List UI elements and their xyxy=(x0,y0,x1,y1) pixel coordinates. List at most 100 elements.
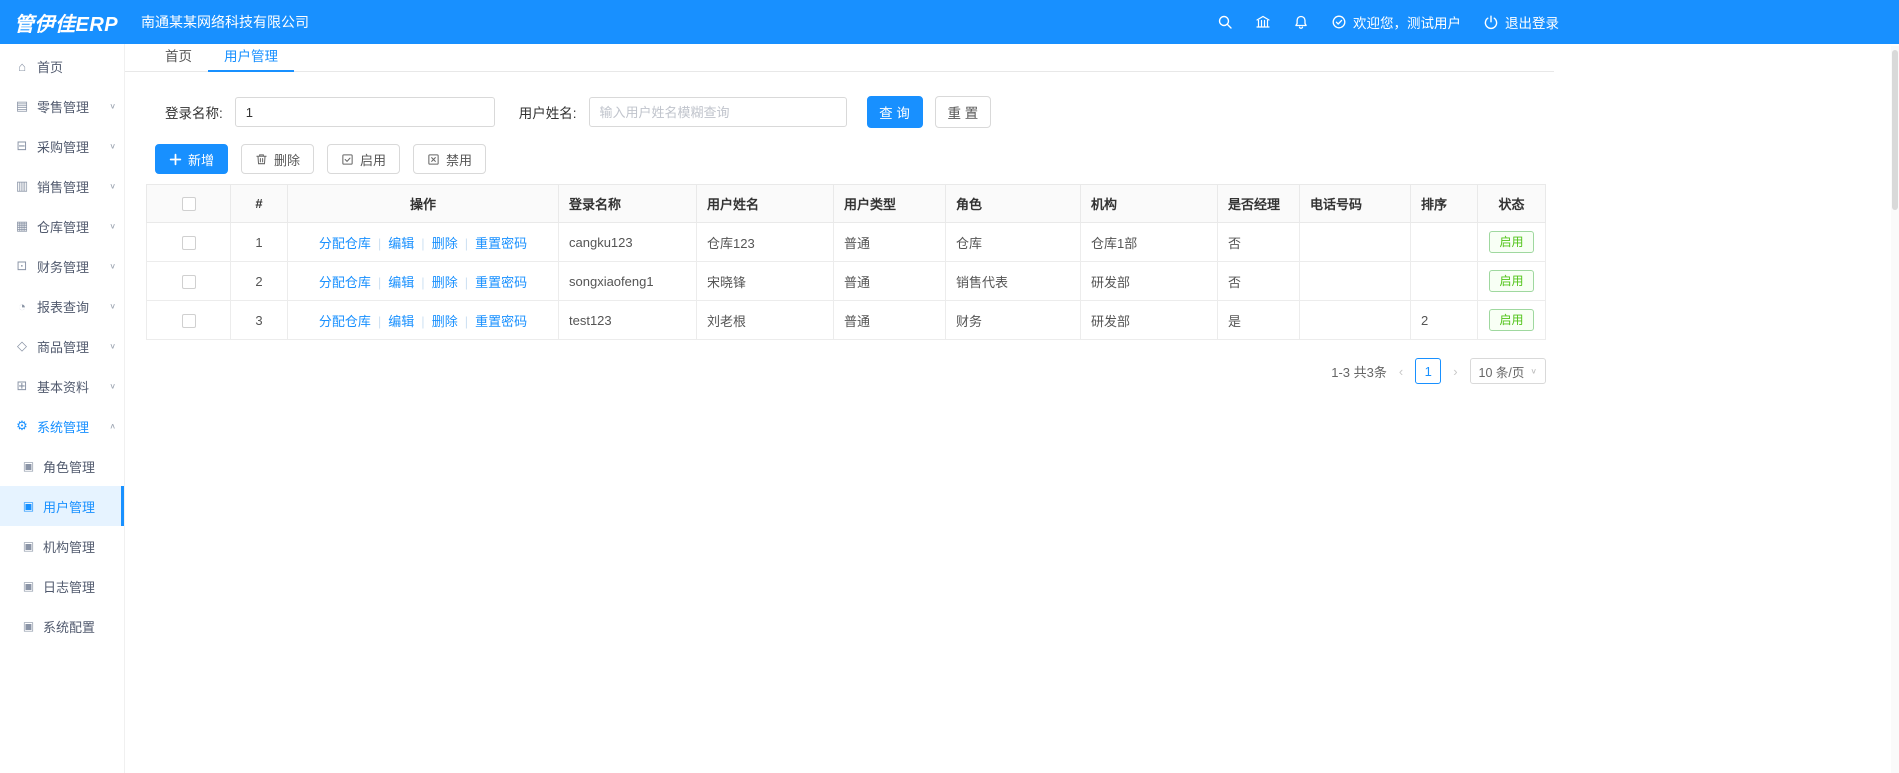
assign-warehouse-link[interactable]: 分配仓库 xyxy=(319,275,388,290)
page-size-select[interactable]: 10 条/页 xyxy=(1469,358,1546,384)
bell-icon[interactable] xyxy=(1293,14,1309,30)
select-all-checkbox[interactable] xyxy=(181,197,196,212)
cell-sort xyxy=(1410,222,1478,262)
cell-user-type: 普通 xyxy=(833,261,946,301)
col-actions: 操作 xyxy=(287,184,559,223)
prev-page-button[interactable]: ‹ xyxy=(1397,364,1405,379)
tab-home[interactable]: 首页 xyxy=(149,40,208,72)
col-is-manager: 是否经理 xyxy=(1217,184,1300,223)
edit-link[interactable]: 编辑 xyxy=(388,314,431,329)
status-badge: 启用 xyxy=(1489,231,1534,253)
user-name-input[interactable] xyxy=(588,97,847,127)
sidebar-item-finance[interactable]: 财务管理 xyxy=(0,246,124,286)
next-page-button[interactable]: › xyxy=(1451,364,1459,379)
cell-role: 销售代表 xyxy=(945,261,1081,301)
sidebar-item-retail[interactable]: 零售管理 xyxy=(0,86,124,126)
pagination-total: 1-3 共3条 xyxy=(1331,364,1387,380)
col-user-type: 用户类型 xyxy=(833,184,946,223)
retail-icon xyxy=(14,98,30,114)
sidebar-item-basic-data[interactable]: 基本资料 xyxy=(0,366,124,406)
chevron-down-icon xyxy=(109,141,116,150)
sidebar-item-label: 零售管理 xyxy=(37,99,90,115)
login-name-label: 登录名称: xyxy=(165,106,223,121)
logout-button[interactable]: 退出登录 xyxy=(1483,12,1559,32)
delete-link[interactable]: 删除 xyxy=(432,236,475,251)
sidebar-item-label: 商品管理 xyxy=(37,339,90,355)
page-number-button[interactable]: 1 xyxy=(1415,358,1442,384)
cell-sort xyxy=(1410,261,1478,301)
sidebar-item-role-management[interactable]: 角色管理 xyxy=(0,446,124,486)
col-user-name: 用户姓名 xyxy=(696,184,834,223)
welcome-text: 欢迎您，测试用户 xyxy=(1353,16,1461,31)
edit-link[interactable]: 编辑 xyxy=(388,275,431,290)
reset-password-link[interactable]: 重置密码 xyxy=(475,236,527,251)
check-circle-icon xyxy=(1331,14,1347,30)
row-checkbox[interactable] xyxy=(181,235,196,250)
sidebar-item-label: 仓库管理 xyxy=(37,219,90,235)
delete-link[interactable]: 删除 xyxy=(432,314,475,329)
sidebar-item-user-management[interactable]: 用户管理 xyxy=(0,486,124,526)
sidebar-subitem-label: 用户管理 xyxy=(43,499,96,515)
delete-button[interactable]: 删除 xyxy=(241,144,315,174)
trash-icon xyxy=(256,153,267,164)
sidebar-item-purchase[interactable]: 采购管理 xyxy=(0,126,124,166)
cell-phone xyxy=(1299,300,1411,340)
sidebar-item-warehouse[interactable]: 仓库管理 xyxy=(0,206,124,246)
chevron-down-icon xyxy=(1530,366,1537,375)
user-name-label: 用户姓名: xyxy=(518,106,577,121)
cell-user-type: 普通 xyxy=(833,300,946,340)
assign-warehouse-link[interactable]: 分配仓库 xyxy=(319,314,388,329)
finance-icon xyxy=(14,258,30,274)
cell-phone xyxy=(1299,222,1411,262)
plus-icon xyxy=(169,153,182,165)
cell-actions: 分配仓库编辑删除重置密码 xyxy=(287,261,559,301)
cell-user-type: 普通 xyxy=(833,222,946,262)
add-button[interactable]: 新增 xyxy=(155,144,229,174)
table-toolbar: 新增 删除 启用 禁用 xyxy=(155,144,1554,174)
reset-button[interactable]: 重 置 xyxy=(934,96,992,128)
sidebar-item-label: 首页 xyxy=(37,59,64,75)
tab-user-management[interactable]: 用户管理 xyxy=(208,40,294,72)
doc-icon xyxy=(21,539,36,553)
bank-icon[interactable] xyxy=(1255,14,1271,30)
delete-link[interactable]: 删除 xyxy=(432,275,475,290)
enable-button[interactable]: 启用 xyxy=(327,144,401,174)
search-icon[interactable] xyxy=(1217,14,1233,30)
sidebar-item-goods[interactable]: 商品管理 xyxy=(0,326,124,366)
assign-warehouse-link[interactable]: 分配仓库 xyxy=(319,236,388,251)
chevron-down-icon xyxy=(109,381,116,390)
filter-form: 登录名称: 用户姓名: 查 询 重 置 xyxy=(165,96,1554,128)
cell-user-name: 宋晓锋 xyxy=(696,261,834,301)
sidebar-item-org-management[interactable]: 机构管理 xyxy=(0,526,124,566)
sidebar-item-system-config[interactable]: 系统配置 xyxy=(0,606,124,646)
cell-index: 1 xyxy=(230,222,288,262)
home-icon xyxy=(14,59,30,74)
main-content: 首页 用户管理 登录名称: 用户姓名: 查 询 重 置 新增 删除 启用 禁用 xyxy=(125,44,1554,384)
sidebar-item-home[interactable]: 首页 xyxy=(0,46,124,86)
cell-user-name: 仓库123 xyxy=(696,222,834,262)
sidebar-item-sales[interactable]: 销售管理 xyxy=(0,166,124,206)
edit-link[interactable]: 编辑 xyxy=(388,236,431,251)
sidebar-item-system[interactable]: 系统管理 xyxy=(0,406,124,446)
disable-button[interactable]: 禁用 xyxy=(413,144,487,174)
reset-password-link[interactable]: 重置密码 xyxy=(475,275,527,290)
row-checkbox[interactable] xyxy=(181,313,196,328)
cell-is-manager: 是 xyxy=(1217,300,1300,340)
sidebar-item-label: 采购管理 xyxy=(37,139,90,155)
sidebar-item-report[interactable]: 报表查询 xyxy=(0,286,124,326)
sidebar-item-log-management[interactable]: 日志管理 xyxy=(0,566,124,606)
welcome-user[interactable]: 欢迎您，测试用户 xyxy=(1331,12,1461,32)
chevron-down-icon xyxy=(109,181,116,190)
cell-login-name: test123 xyxy=(558,300,697,340)
cell-is-manager: 否 xyxy=(1217,261,1300,301)
cell-user-name: 刘老根 xyxy=(696,300,834,340)
user-table: # 操作 登录名称 用户姓名 用户类型 角色 机构 是否经理 电话号码 排序 状… xyxy=(146,184,1546,340)
chevron-down-icon xyxy=(109,341,116,350)
scrollbar-thumb[interactable] xyxy=(1892,50,1898,210)
reset-password-link[interactable]: 重置密码 xyxy=(475,314,527,329)
col-login-name: 登录名称 xyxy=(558,184,697,223)
sidebar-subitem-label: 日志管理 xyxy=(43,579,96,595)
search-button[interactable]: 查 询 xyxy=(866,96,923,128)
login-name-input[interactable] xyxy=(234,97,495,127)
row-checkbox[interactable] xyxy=(181,274,196,289)
